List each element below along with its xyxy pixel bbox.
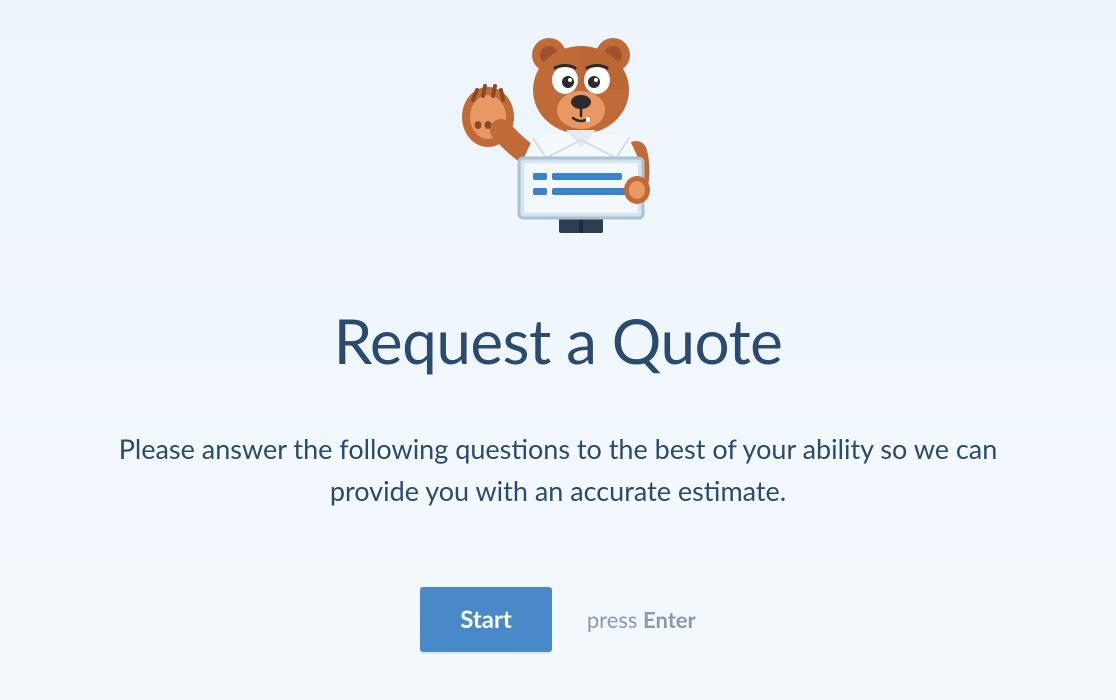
hint-prefix: press [587,606,643,633]
hint-key: Enter [643,606,696,633]
keyboard-hint: press Enter [587,606,696,633]
page-description: Please answer the following questions to… [53,428,1063,512]
page-title: Request a Quote [334,304,783,378]
bear-mascot-icon [451,30,666,244]
start-button[interactable]: Start [420,587,552,652]
action-row: Start press Enter [420,587,696,652]
